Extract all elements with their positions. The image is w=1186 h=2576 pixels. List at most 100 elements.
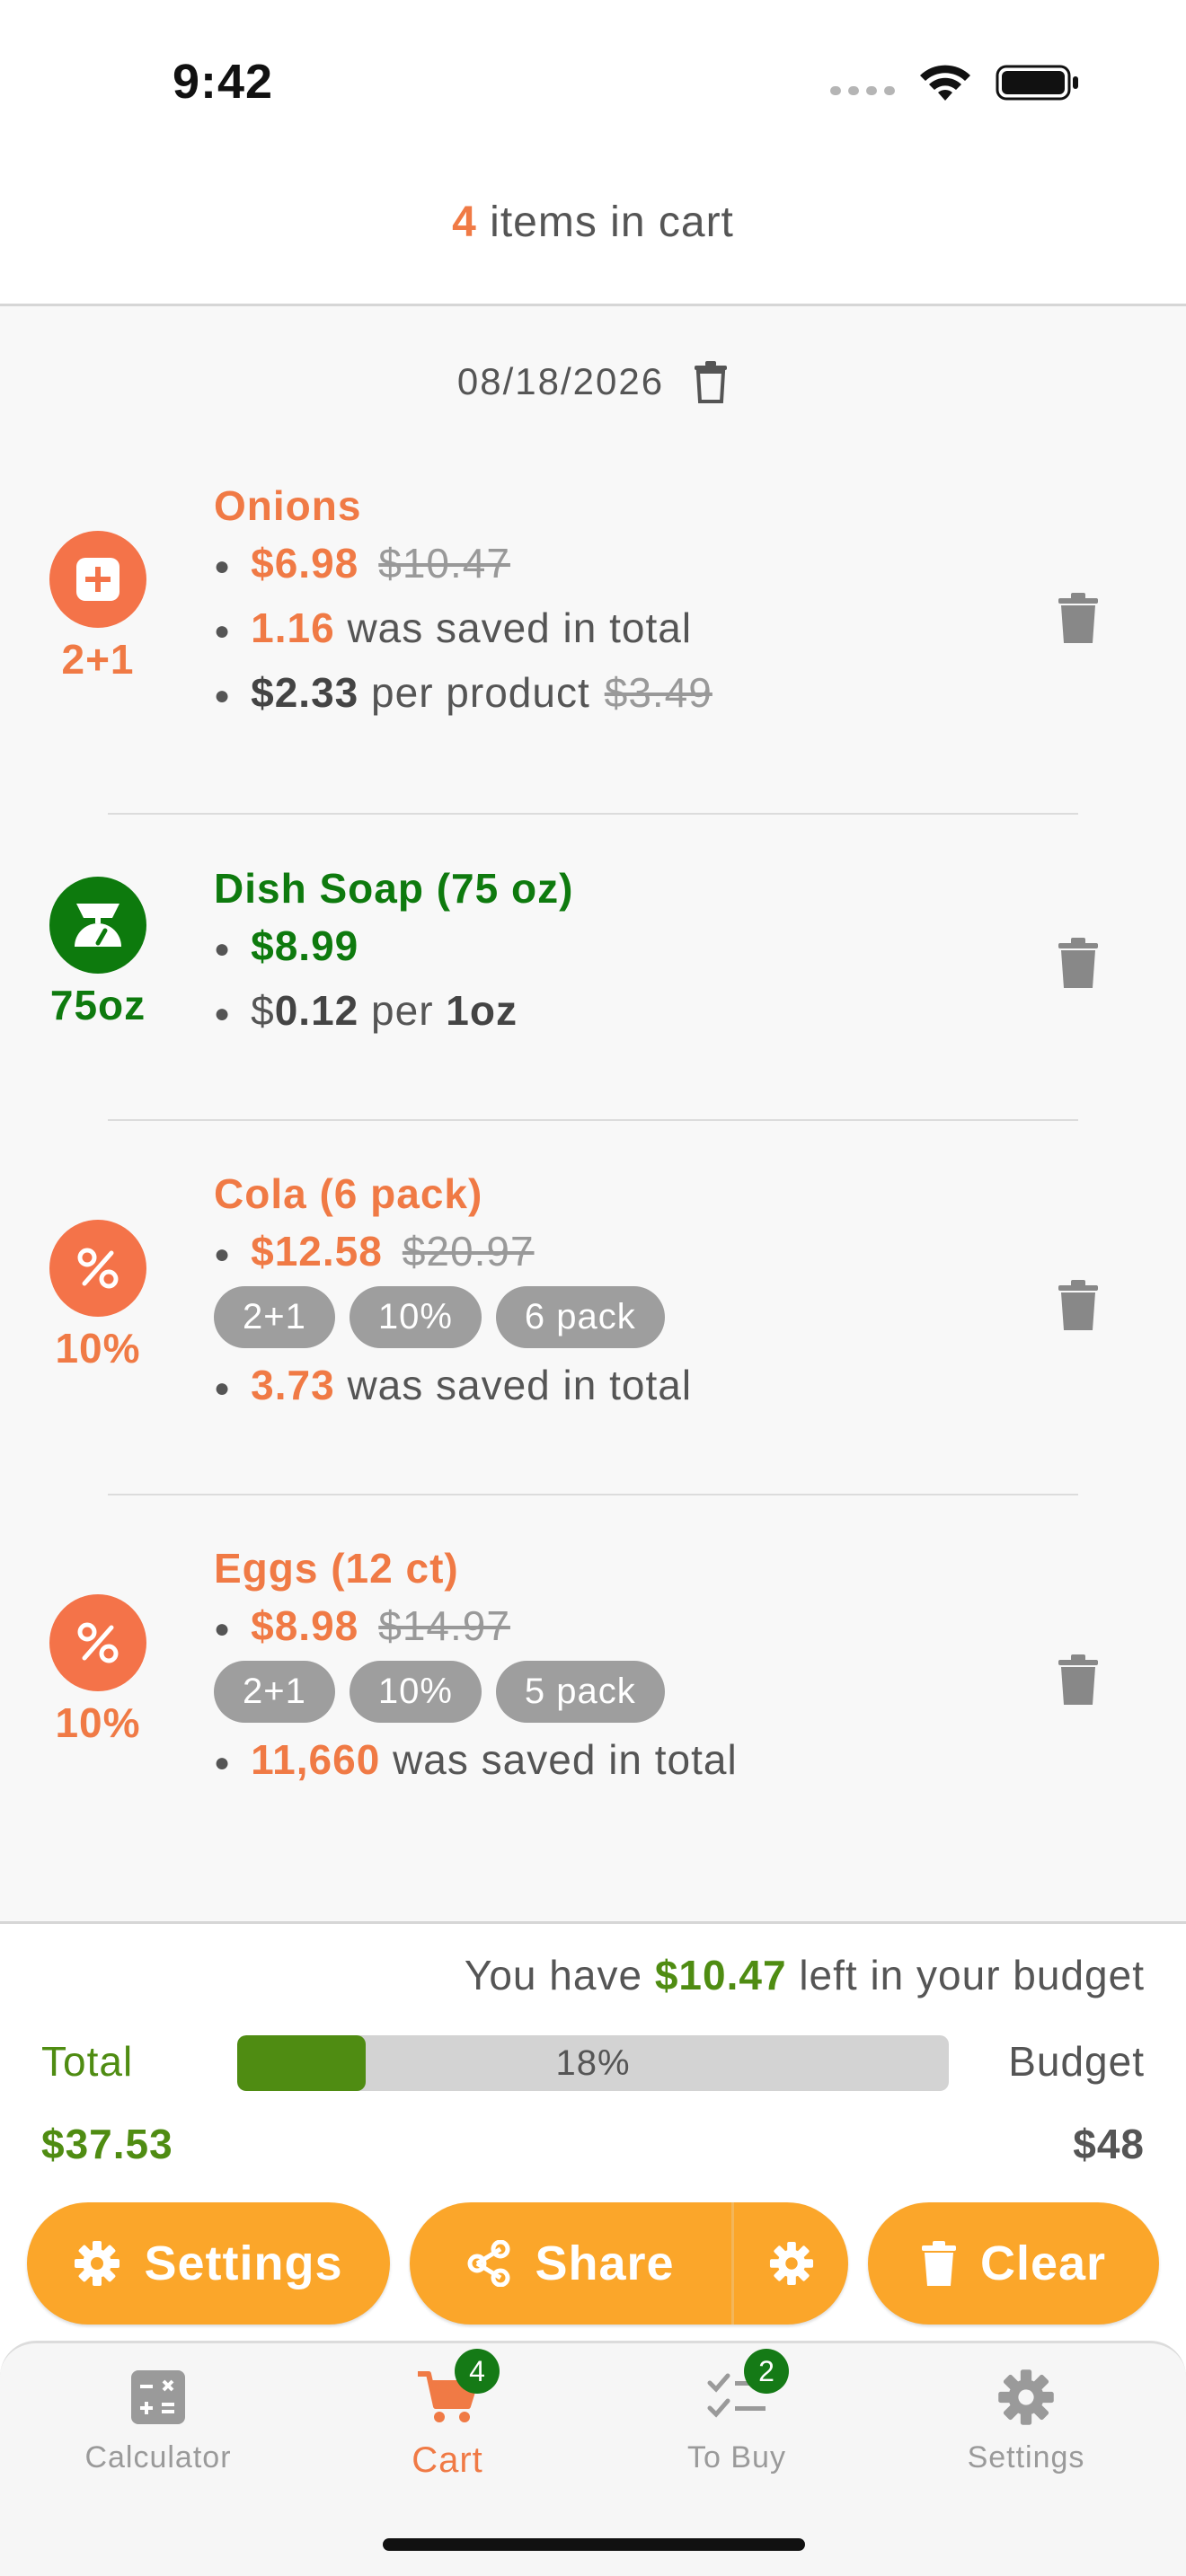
item-unit-per: per [371, 987, 434, 1034]
item-unit-price: 0.12 [274, 987, 359, 1034]
item-saved-line: ● 3.73 was saved in total [214, 1362, 693, 1408]
home-indicator [383, 2538, 805, 2551]
gear-icon [769, 2241, 813, 2286]
battery-icon [996, 65, 1078, 101]
cart-item-count: 4 [452, 198, 477, 246]
cart-list[interactable]: 08/18/2026 2+1 Onions ● $6.98 $10.47 ● 1.16… [0, 306, 1186, 1921]
budget-progress-text: 18% [555, 2042, 631, 2083]
scale-icon [49, 877, 146, 974]
item-original-price: $10.47 [378, 540, 510, 587]
status-time: 9:42 [173, 55, 274, 109]
item-divider [108, 1494, 1078, 1495]
checklist-icon: 2 [701, 2349, 789, 2433]
deal-chip: 2+1 [214, 1286, 335, 1348]
item-divider [108, 813, 1078, 815]
item-saved-amount: 3.73 [251, 1362, 335, 1408]
budget-remaining-amount: $10.47 [654, 1952, 787, 1998]
deal-chip: 6 pack [495, 1286, 665, 1348]
cart-date: 08/18/2026 [456, 360, 665, 402]
discount-badge: 10% [49, 1594, 147, 1747]
calculator-icon [122, 2361, 194, 2433]
budget-value: $48 [1073, 2121, 1145, 2167]
item-name: Eggs (12 ct) [214, 1545, 459, 1592]
budget-remaining-message: You have $10.47 left in your budget [465, 1951, 1145, 1999]
item-details: Cola (6 pack) ● $12.58 $20.97 2+1 10% 6 pa… [214, 1169, 1022, 1409]
deal-chip: 5 pack [495, 1661, 665, 1723]
item-saved-line: ● 1.16 was saved in total [214, 604, 693, 651]
budget-label: Budget [1008, 2038, 1145, 2085]
cellular-signal-icon [830, 86, 895, 95]
deal-chip: 2+1 [214, 1661, 335, 1723]
cart-header: 4 items in cart [0, 198, 1186, 247]
item-price-line: ● $8.99 [214, 922, 359, 969]
total-value: $37.53 [41, 2121, 173, 2167]
tab-settings[interactable]: Settings [918, 2361, 1134, 2475]
clear-button[interactable]: Clear [868, 2202, 1159, 2325]
item-divider [108, 1119, 1078, 1121]
tab-cart[interactable]: 4 Cart [340, 2349, 555, 2481]
gear-icon [75, 2241, 120, 2286]
item-name: Onions [214, 482, 362, 529]
cart-icon: 4 [412, 2349, 500, 2433]
item-saved-text: was saved in total [347, 1362, 693, 1408]
gear-icon [990, 2361, 1062, 2433]
percent-icon [49, 1220, 146, 1317]
unit-badge: 75oz [49, 877, 147, 1029]
item-saved-line: ● 11,660 was saved in total [214, 1736, 738, 1783]
delete-item-trash-icon[interactable] [1057, 938, 1100, 988]
deal-chip: 10% [349, 1661, 482, 1723]
discount-badge-label: 10% [55, 1699, 141, 1746]
clear-button-label: Clear [979, 2236, 1107, 2290]
delete-item-trash-icon[interactable] [1057, 1280, 1100, 1330]
item-per-product-line: ● $2.33 per product $3.49 [214, 669, 712, 716]
share-button-group[interactable]: Share [410, 2202, 848, 2325]
status-icons [830, 63, 1080, 102]
item-original-price: $20.97 [402, 1228, 535, 1275]
item-details: Dish Soap (75 oz) ● $8.99 ● $0.12 per 1oz [214, 864, 1022, 1035]
item-price-line: ● $12.58 $20.97 [214, 1228, 535, 1275]
deal-badge-label: 2+1 [61, 636, 135, 683]
item-details: Eggs (12 ct) ● $8.98 $14.97 2+1 10% 5 pack… [214, 1544, 1022, 1784]
item-unit-price-prefix: $ [251, 987, 275, 1034]
budget-msg-suffix: left in your budget [799, 1952, 1145, 1998]
discount-badge-label: 10% [55, 1325, 141, 1372]
budget-msg-prefix: You have [464, 1952, 643, 1998]
delete-date-trash-icon[interactable] [693, 360, 729, 403]
tab-to-buy[interactable]: 2 To Buy [629, 2349, 845, 2475]
item-per-product-price: $2.33 [251, 669, 359, 716]
tab-calculator[interactable]: Calculator [50, 2361, 266, 2475]
trash-icon [921, 2241, 956, 2286]
item-per-product-text: per product [371, 669, 590, 716]
tab-to-buy-label: To Buy [687, 2440, 786, 2475]
date-row: 08/18/2026 [0, 360, 1186, 403]
share-button[interactable]: Share [410, 2202, 731, 2325]
item-saved-amount: 1.16 [251, 604, 335, 651]
item-saved-text: was saved in total [347, 604, 693, 651]
settings-button-label: Settings [144, 2236, 343, 2290]
total-label: Total [41, 2038, 134, 2085]
item-saved-text: was saved in total [393, 1736, 738, 1783]
delete-item-trash-icon[interactable] [1057, 593, 1100, 643]
deal-badge: 2+1 [49, 531, 147, 684]
tab-calculator-label: Calculator [84, 2440, 232, 2475]
item-name: Cola (6 pack) [214, 1170, 483, 1217]
share-settings-button[interactable] [734, 2202, 848, 2325]
to-buy-count-badge: 2 [744, 2349, 789, 2394]
item-details: Onions ● $6.98 $10.47 ● 1.16 was saved in t… [214, 481, 1022, 717]
budget-progress-bar: 18% [237, 2035, 949, 2091]
tab-cart-label: Cart [412, 2440, 483, 2480]
item-unit-price-line: ● $0.12 per 1oz [214, 987, 518, 1034]
deal-chips: 2+1 10% 6 pack [214, 1286, 1022, 1348]
settings-button[interactable]: Settings [27, 2202, 390, 2325]
item-unit: 1oz [446, 987, 518, 1034]
share-icon [467, 2240, 510, 2287]
percent-icon [49, 1594, 146, 1691]
item-price: $12.58 [251, 1228, 383, 1275]
delete-item-trash-icon[interactable] [1057, 1654, 1100, 1705]
tab-settings-label: Settings [967, 2440, 1085, 2475]
item-original-price: $14.97 [378, 1602, 510, 1649]
item-per-product-original: $3.49 [604, 669, 712, 716]
wifi-icon [920, 65, 970, 101]
cart-header-text: items in cart [490, 198, 734, 246]
plus-box-icon [49, 531, 146, 628]
